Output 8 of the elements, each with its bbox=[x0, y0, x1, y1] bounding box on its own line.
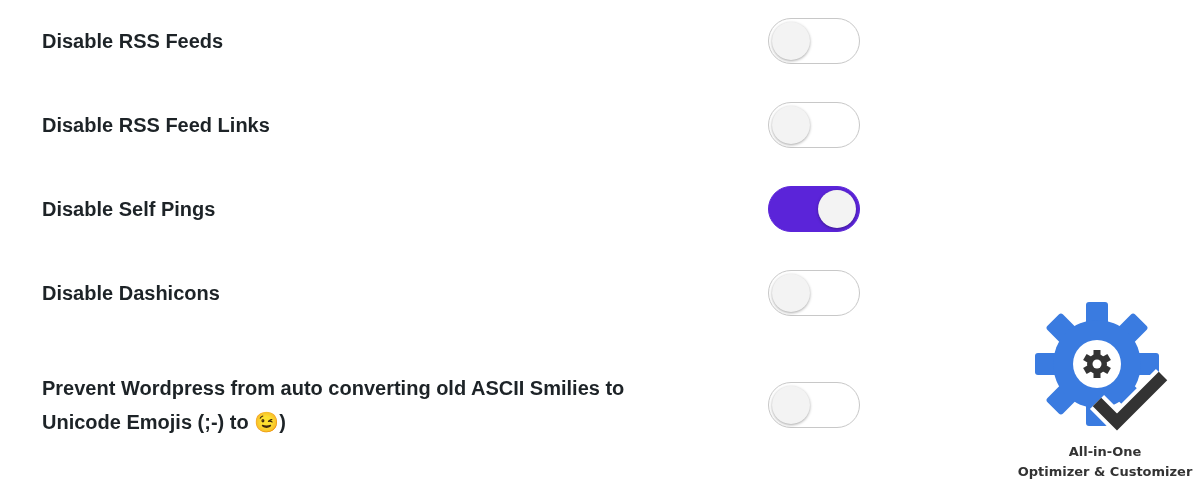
setting-label: Disable RSS Feed Links bbox=[42, 114, 270, 136]
logo-text: Optimizer & Customizer bbox=[1017, 463, 1193, 481]
setting-label: Prevent Wordpress from auto converting old ASCII Smilies to Unicode Emojis (;-) to 😉) bbox=[42, 377, 625, 433]
setting-label: Disable RSS Feeds bbox=[42, 30, 224, 52]
toggle-switch[interactable] bbox=[768, 186, 860, 232]
setting-label: Disable Dashicons bbox=[42, 282, 220, 304]
setting-label: Disable Self Pings bbox=[42, 198, 216, 220]
logo-text: All-in-One bbox=[1068, 443, 1142, 461]
